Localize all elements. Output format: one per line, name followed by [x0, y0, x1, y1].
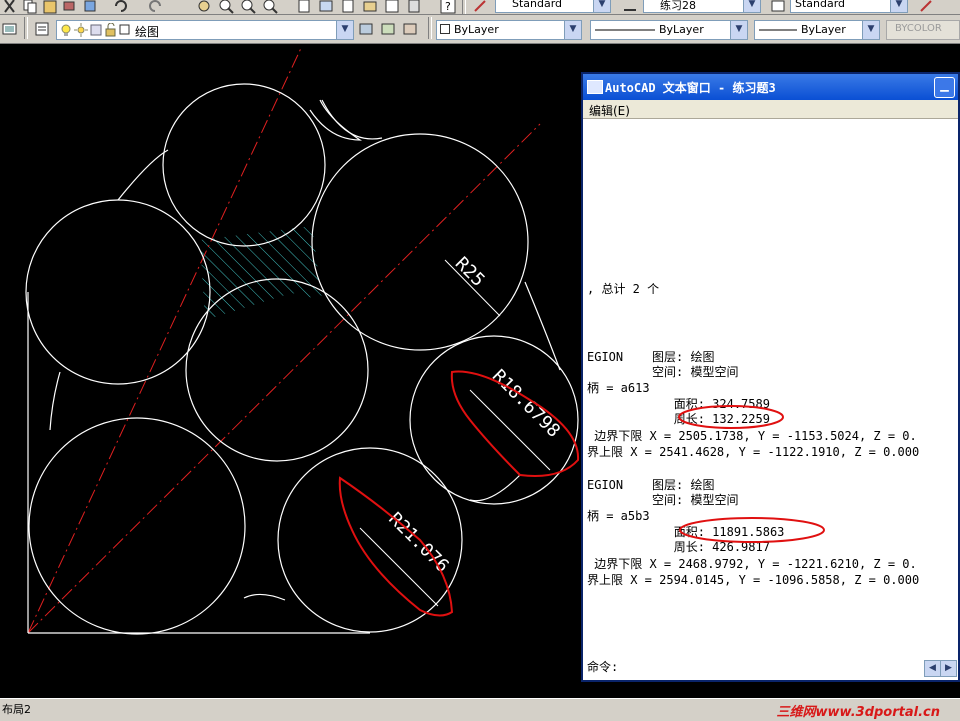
dim-style-icon[interactable]: [622, 0, 638, 14]
layer-isolate-icon[interactable]: [402, 21, 418, 37]
command-line[interactable]: 命令:: [587, 658, 927, 676]
chevron-down-icon[interactable]: ▼: [564, 21, 581, 39]
circle-left[interactable]: [25, 199, 211, 385]
help-icon[interactable]: ?: [440, 0, 456, 14]
cut-icon[interactable]: [2, 0, 18, 14]
tool-palettes-icon[interactable]: [340, 0, 356, 14]
linetype-preview: [595, 29, 655, 31]
layer-manager-icon[interactable]: [2, 21, 18, 37]
centerline-steep[interactable]: [27, 45, 303, 634]
layer-previous-icon[interactable]: [380, 21, 396, 37]
app-icon: [587, 80, 603, 94]
text-style-value: Standard: [512, 0, 563, 10]
properties-icon[interactable]: [296, 0, 312, 14]
linetype-value: ByLayer: [659, 23, 704, 36]
match-properties-icon[interactable]: [62, 0, 78, 14]
text-window[interactable]: AutoCAD 文本窗口 - 练习题3 ▁ 编辑(E) , 总计 2 个 EGI…: [581, 72, 960, 682]
dim-style-dropdown[interactable]: 练习28 ▼: [643, 0, 761, 13]
redo-icon[interactable]: [148, 0, 164, 14]
layer-name: 绘图: [135, 25, 160, 39]
plot-style-value: BYCOLOR: [895, 23, 942, 34]
layer-dropdown[interactable]: 绘图 ▼: [56, 20, 354, 40]
annotation-circle-perimeter: [678, 405, 784, 429]
chevron-down-icon[interactable]: ▼: [890, 0, 907, 12]
toolbar-separator: [24, 17, 28, 39]
circle-bottom-center[interactable]: [277, 447, 463, 633]
text-window-title: AutoCAD 文本窗口 - 练习题3: [605, 81, 776, 95]
lineweight-value: ByLayer: [801, 23, 846, 36]
scroll-left-icon[interactable]: ◀: [924, 660, 941, 677]
dim-style-value: 练习28: [660, 0, 696, 12]
color-swatch: [440, 24, 450, 34]
make-current-layer-icon[interactable]: [358, 21, 374, 37]
menu-edit[interactable]: 编辑(E): [589, 102, 630, 119]
sun-icon[interactable]: [74, 23, 88, 37]
svg-text:?: ?: [445, 0, 451, 13]
zoom-previous-icon[interactable]: [262, 0, 278, 14]
circle-bottom-left-large[interactable]: [28, 417, 246, 635]
annotation-overlay: [678, 405, 825, 543]
chevron-down-icon[interactable]: ▼: [743, 0, 760, 12]
freeze-viewport-icon[interactable]: [89, 23, 103, 37]
layout-tab[interactable]: 布局2: [2, 701, 31, 717]
text-window-history[interactable]: , 总计 2 个 EGION 图层: 绘图 空间: 模型空间 柄 = a613 …: [587, 120, 957, 660]
circle-top-right-large[interactable]: [311, 133, 529, 351]
horizontal-scrollbar[interactable]: ◀ ▶: [924, 660, 957, 677]
lineweight-dropdown[interactable]: ByLayer ▼: [754, 20, 880, 40]
plot-style-dropdown: BYCOLOR: [886, 20, 960, 40]
chevron-down-icon[interactable]: ▼: [336, 21, 353, 39]
zoom-window-icon[interactable]: [240, 0, 256, 14]
lineweight-preview: [759, 29, 797, 31]
sheet-set-icon[interactable]: [362, 0, 378, 14]
standard-toolbar: ? Standard ▼ 练习28 ▼ Standard ▼: [0, 0, 960, 15]
scroll-right-icon[interactable]: ▶: [940, 660, 957, 677]
design-center-icon[interactable]: [318, 0, 334, 14]
undo-icon[interactable]: [112, 0, 128, 14]
circle-top-small[interactable]: [162, 83, 326, 247]
chevron-down-icon[interactable]: ▼: [593, 0, 610, 12]
lightbulb-icon[interactable]: [59, 23, 73, 37]
layers-properties-toolbar: 绘图 ▼ ByLayer ▼ ByLayer ▼ ByLayer ▼ BYCOL…: [0, 15, 960, 44]
linetype-dropdown[interactable]: ByLayer ▼: [590, 20, 748, 40]
toolbar-separator: [428, 17, 432, 39]
minimize-button[interactable]: ▁: [934, 77, 955, 98]
paste-icon[interactable]: [42, 0, 58, 14]
markup-icon[interactable]: [384, 0, 400, 14]
text-style-dropdown[interactable]: Standard ▼: [495, 0, 611, 13]
table-style-dropdown[interactable]: Standard ▼: [790, 0, 908, 13]
command-prompt: 命令:: [587, 660, 619, 674]
annotation-circle-area: [679, 517, 825, 543]
text-window-titlebar[interactable]: AutoCAD 文本窗口 - 练习题3 ▁: [583, 74, 958, 100]
copy-icon[interactable]: [22, 0, 38, 14]
color-value: ByLayer: [454, 23, 499, 36]
outer-boundary[interactable]: [27, 99, 561, 634]
hatch-region[interactable]: [200, 226, 322, 320]
unlock-icon[interactable]: [104, 23, 118, 37]
status-bar: 布局2 三维网www.3dportal.cn: [0, 698, 960, 721]
calculator-icon[interactable]: [406, 0, 422, 14]
zoom-realtime-icon[interactable]: [218, 0, 234, 14]
layer-color-swatch: [119, 24, 130, 35]
text-style-icon[interactable]: [472, 0, 488, 14]
watermark: 三维网www.3dportal.cn: [776, 705, 940, 720]
table-style-icon[interactable]: [770, 0, 786, 14]
text-window-menubar: 编辑(E): [583, 100, 958, 119]
chevron-down-icon[interactable]: ▼: [862, 21, 879, 39]
dim-label-r18[interactable]: R18.6798: [488, 366, 564, 442]
pan-icon[interactable]: [196, 0, 212, 14]
table-style-value: Standard: [795, 0, 846, 10]
toolbar-separator: [462, 0, 466, 14]
dim-label-r25[interactable]: R25: [451, 253, 489, 291]
chevron-down-icon[interactable]: ▼: [730, 21, 747, 39]
color-dropdown[interactable]: ByLayer ▼: [436, 20, 582, 40]
multileader-style-icon[interactable]: [918, 0, 934, 14]
block-editor-icon[interactable]: [82, 0, 98, 14]
layer-states-icon[interactable]: [34, 21, 50, 37]
